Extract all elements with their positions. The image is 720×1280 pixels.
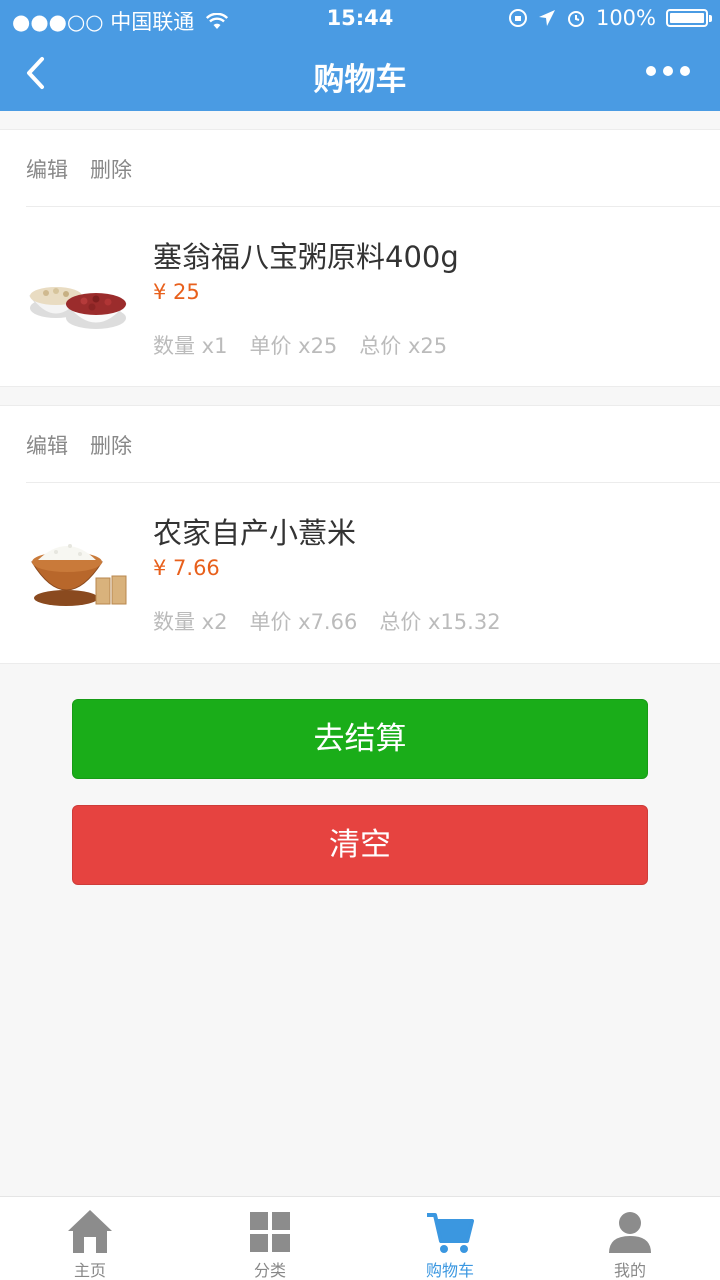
item-stats: 数量 x2 单价 x7.66 总价 x15.32 [153,606,501,636]
item-stats: 数量 x1 单价 x25 总价 x25 [153,330,447,360]
delete-button[interactable]: 删除 [90,430,132,460]
tab-label: 分类 [253,1261,286,1280]
tab-profile[interactable]: 我的 [540,1197,720,1280]
delete-button[interactable]: 删除 [90,154,132,184]
product-price: ¥ 7.66 [153,556,220,580]
tab-label: 我的 [613,1261,646,1280]
cart-icon [427,1213,474,1253]
product-name[interactable]: 塞翁福八宝粥原料400g [153,234,459,276]
product-name[interactable]: 农家自产小薏米 [153,510,356,552]
tab-category[interactable]: 分类 [180,1197,360,1280]
user-icon [609,1212,651,1253]
more-dots-icon[interactable] [646,66,690,76]
item-actions: 编辑 删除 [26,430,132,460]
beans-bowls-image[interactable] [26,246,130,336]
checkout-button[interactable]: 去结算 [72,699,648,779]
grid-icon [250,1212,290,1252]
product-price: ¥ 25 [153,280,200,304]
divider [26,206,720,207]
cart-item: 编辑 删除 塞翁福八宝粥原料400g ¥ 25 数量 x1 单价 x25 总价 … [0,129,720,387]
tab-cart[interactable]: 购物车 [360,1197,540,1280]
rice-bowl-image[interactable] [26,522,130,612]
status-bar: ●●●○○ 中国联通 15:44 100% [0,0,720,36]
quantity-label: 数量 x1 [153,334,228,358]
tab-bar: 主页 分类 购物车 我的 [0,1196,720,1280]
unit-price-label: 单价 x25 [249,334,338,358]
nav-bar: 购物车 [0,36,720,111]
home-icon [68,1210,112,1253]
page-title: 购物车 [313,62,407,98]
alarm-icon [567,11,584,27]
clear-cart-button[interactable]: 清空 [72,805,648,885]
edit-button[interactable]: 编辑 [26,430,68,460]
divider [26,482,720,483]
total-price-label: 总价 x25 [359,334,448,358]
tab-home[interactable]: 主页 [0,1197,180,1280]
cart-item: 编辑 删除 农家自产小薏米 ¥ 7.66 数量 x2 单价 x7.66 总价 x… [0,405,720,664]
location-arrow-icon [538,10,555,26]
orientation-lock-icon [508,9,527,27]
battery-icon [666,9,712,27]
edit-button[interactable]: 编辑 [26,154,68,184]
quantity-label: 数量 x2 [153,610,228,634]
item-actions: 编辑 删除 [26,154,132,184]
unit-price-label: 单价 x7.66 [249,610,358,634]
battery-percent: 100% [595,6,656,30]
tab-label: 购物车 [425,1261,474,1280]
total-price-label: 总价 x15.32 [379,610,501,634]
status-right: 100% [508,6,712,30]
tab-label: 主页 [73,1261,106,1280]
